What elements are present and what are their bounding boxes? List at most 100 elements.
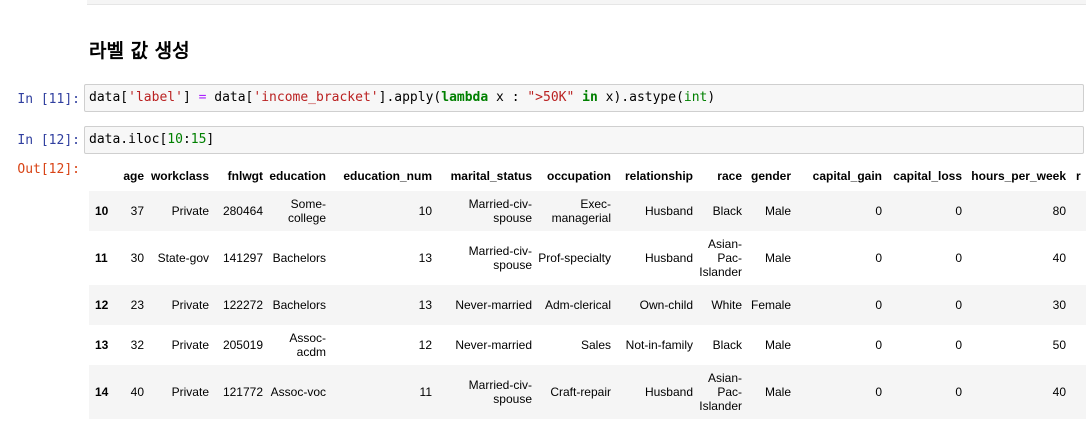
table-cell: Never-married	[455, 338, 532, 352]
table-cell: 280464	[222, 204, 263, 218]
table-cell: 13	[418, 251, 432, 265]
column-header: gender	[750, 168, 791, 183]
row-index: 12	[95, 298, 109, 312]
table-cell: 11	[419, 385, 432, 399]
table-cell: 121772	[222, 385, 263, 399]
table-row: 13 32 Private 205019 Assoc-acdm 12 Never-marri…	[89, 325, 1086, 365]
table-cell: 0	[955, 204, 962, 218]
code-cell-11[interactable]: data['label'] = data['income_bracket'].a…	[84, 84, 1084, 112]
row-index: 11	[95, 251, 108, 265]
table-cell: 50	[1052, 338, 1066, 352]
column-header: fnlwgt	[227, 168, 263, 183]
table-cell: 80	[1052, 204, 1066, 218]
table-cell: Craft-repair	[550, 385, 611, 399]
table-cell: Male	[764, 338, 791, 352]
table-cell: Married-civ-spouse	[468, 378, 532, 406]
table-cell: Husband	[644, 251, 693, 265]
table-cell	[1072, 231, 1086, 285]
table-row: 12 23 Private 122272 Bachelors 13 Never-marrie…	[89, 285, 1086, 325]
dataframe-output: age workclass fnlwgt education education…	[89, 160, 1086, 425]
table-cell: Some-college	[287, 197, 326, 225]
row-index: 13	[95, 338, 109, 352]
table-cell: 30	[1052, 298, 1066, 312]
table-cell: 0	[955, 251, 962, 265]
table-cell: 40	[1052, 385, 1066, 399]
table-cell: 0	[875, 204, 882, 218]
table-cell: Black	[712, 338, 742, 352]
row-index: 10	[95, 204, 109, 218]
column-header: race	[717, 168, 742, 183]
table-cell: 0	[875, 338, 882, 352]
input-prompt-12: In [12]:	[17, 133, 80, 148]
column-header: capital_gain	[812, 168, 882, 183]
table-cell: 0	[875, 298, 882, 312]
table-cell	[1072, 285, 1086, 325]
code-editor-11[interactable]: data['label'] = data['income_bracket'].a…	[89, 90, 715, 106]
table-cell: 0	[875, 251, 882, 265]
table-cell: 205019	[222, 338, 263, 352]
table-cell: 141297	[222, 251, 263, 265]
table-cell: 40	[130, 385, 144, 399]
table-cell: Sales	[580, 338, 611, 352]
table-cell: Private	[171, 338, 209, 352]
table-cell: Private	[171, 385, 209, 399]
column-header: workclass	[150, 168, 209, 183]
table-cell: 122272	[222, 298, 263, 312]
table-cell: White	[711, 298, 742, 312]
table-cell: Exec-managerial	[551, 197, 611, 225]
table-cell	[1072, 191, 1086, 231]
table-cell: Husband	[644, 204, 693, 218]
table-cell: 40	[1052, 251, 1066, 265]
table-cell: Male	[764, 204, 791, 218]
table-row: 10 37 Private 280464 Some-college 10 Married-c…	[89, 191, 1086, 231]
column-header: relationship	[624, 168, 693, 183]
code-cell-12[interactable]: data.iloc[10:15]	[84, 126, 1084, 154]
table-cell: 37	[130, 204, 144, 218]
table-cell: Prof-specialty	[538, 251, 611, 265]
table-cell: Male	[764, 385, 791, 399]
row-index: 14	[95, 385, 109, 399]
column-header: education	[269, 168, 326, 183]
column-header: age	[123, 168, 144, 183]
column-header: capital_loss	[893, 168, 962, 183]
column-header: marital_status	[450, 168, 532, 183]
table-body: 10 37 Private 280464 Some-college 10 Married-c…	[89, 191, 1086, 419]
table-cell: Male	[764, 251, 791, 265]
output-prompt-12: Out[12]:	[17, 162, 80, 177]
table-cell: 0	[955, 338, 962, 352]
table-cell: 0	[955, 298, 962, 312]
table-row: 11 30 State-gov 141297 Bachelors 13 Married-ci…	[89, 231, 1086, 285]
table-cell: Bachelors	[272, 251, 326, 265]
table-cell: Female	[750, 298, 791, 312]
table-cell: 13	[418, 298, 432, 312]
table-row: 14 40 Private 121772 Assoc-voc 11 Married-civ-…	[89, 365, 1086, 419]
code-editor-12[interactable]: data.iloc[10:15]	[89, 132, 214, 148]
table-cell: Asian-Pac-Islander	[699, 371, 742, 413]
column-header: r	[1076, 168, 1081, 183]
markdown-heading: 라벨 값 생성	[89, 40, 190, 62]
table-cell	[1072, 325, 1086, 365]
table-cell: Adm-clerical	[544, 298, 611, 312]
table-cell: 30	[130, 251, 144, 265]
table-cell: 0	[875, 385, 882, 399]
table-cell: Married-civ-spouse	[468, 197, 532, 225]
table-cell: 23	[130, 298, 144, 312]
table-cell: Assoc-acdm	[289, 331, 326, 359]
table-cell: 10	[418, 204, 432, 218]
table-header-row: age workclass fnlwgt education education…	[89, 160, 1086, 191]
table-cell: Asian-Pac-Islander	[699, 237, 742, 279]
input-prompt-11: In [11]:	[17, 92, 80, 107]
table-cell: Black	[712, 204, 742, 218]
dataframe-table: age workclass fnlwgt education education…	[89, 160, 1086, 419]
table-cell: Married-civ-spouse	[468, 244, 532, 272]
column-header: occupation	[546, 168, 611, 183]
table-cell: Own-child	[639, 298, 693, 312]
table-cell: Private	[171, 298, 209, 312]
table-cell: Private	[171, 204, 209, 218]
column-header	[89, 160, 118, 191]
table-cell: Husband	[644, 385, 693, 399]
table-cell: State-gov	[157, 251, 209, 265]
previous-output-area	[87, 0, 1086, 5]
table-cell: 0	[955, 385, 962, 399]
table-cell: Bachelors	[272, 298, 326, 312]
